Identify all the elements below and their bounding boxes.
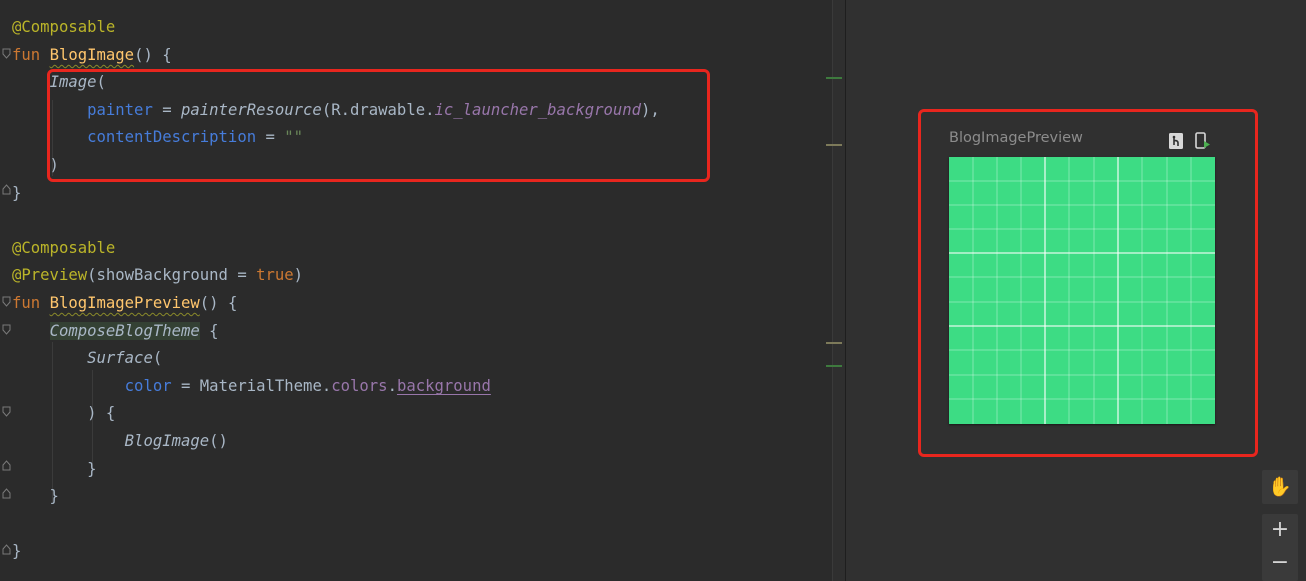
fold-start-icon[interactable] <box>2 48 11 59</box>
code-token: @Composable <box>12 18 116 36</box>
code-token: BlogImagePreview <box>49 294 200 312</box>
code-line[interactable]: fun BlogImagePreview() { <box>12 292 237 314</box>
code-token: BlogImage <box>124 432 210 450</box>
code-token: true <box>256 266 294 284</box>
code-token: Surface <box>87 349 153 367</box>
compose-preview-pane[interactable]: BlogImagePreview <box>846 0 1306 581</box>
code-token: () <box>209 432 228 450</box>
warning-marker <box>826 342 842 344</box>
preview-highlight-box <box>918 109 1258 457</box>
fold-end-icon[interactable] <box>2 488 11 499</box>
code-line[interactable]: @Preview(showBackground = true) <box>12 264 303 286</box>
code-token: } <box>12 542 22 560</box>
code-line[interactable]: Surface( <box>12 347 162 369</box>
code-token: colors <box>331 377 388 395</box>
code-line[interactable]: } <box>12 182 21 204</box>
code-line[interactable]: fun BlogImage() { <box>12 44 172 66</box>
pan-tool-group: ✋ <box>1262 470 1298 504</box>
fold-end-icon[interactable] <box>2 544 11 555</box>
code-line[interactable]: ComposeBlogTheme { <box>12 320 219 342</box>
code-token: () { <box>134 46 172 64</box>
zoom-tool-group: + − <box>1262 514 1298 581</box>
code-highlight-box <box>47 69 710 182</box>
code-token: . <box>387 377 397 395</box>
code-token: = MaterialTheme. <box>171 377 332 395</box>
fold-start-icon[interactable] <box>2 406 11 417</box>
pan-button[interactable]: ✋ <box>1262 470 1298 504</box>
code-line[interactable]: @Composable <box>12 237 115 259</box>
code-line[interactable]: BlogImage() <box>12 430 228 452</box>
code-token: { <box>199 322 219 340</box>
code-line[interactable]: } <box>12 458 97 480</box>
code-token: fun <box>12 294 50 312</box>
fold-end-icon[interactable] <box>2 184 11 195</box>
code-token: @Preview <box>12 266 88 284</box>
code-token: } <box>12 487 59 505</box>
change-marker <box>826 77 842 79</box>
code-editor[interactable]: @Composable fun BlogImage() { Image( pain… <box>0 0 832 581</box>
code-token: ) <box>293 266 304 284</box>
fold-start-icon[interactable] <box>2 324 11 335</box>
code-token: @Composable <box>12 239 116 257</box>
change-marker <box>826 365 842 367</box>
code-token: } <box>12 460 97 478</box>
code-token: fun <box>12 46 50 64</box>
warning-marker <box>826 144 842 146</box>
code-token: } <box>12 184 22 202</box>
code-line[interactable]: ) { <box>12 402 115 424</box>
zoom-in-button[interactable]: + <box>1262 514 1298 546</box>
fold-start-icon[interactable] <box>2 296 11 307</box>
code-token: BlogImage <box>49 46 135 64</box>
code-token: ( <box>152 349 163 367</box>
zoom-out-button[interactable]: − <box>1262 547 1298 579</box>
code-line[interactable]: @Composable <box>12 16 115 38</box>
code-line[interactable]: color = MaterialTheme.colors.background <box>12 375 491 397</box>
code-token: ComposeBlogTheme <box>49 322 200 340</box>
code-token: () { <box>199 294 238 312</box>
code-line[interactable]: } <box>12 540 21 562</box>
fold-end-icon[interactable] <box>2 460 11 471</box>
code-line[interactable]: } <box>12 485 59 507</box>
code-token: ) { <box>12 404 116 422</box>
editor-scrollbar[interactable] <box>832 0 846 581</box>
code-token: background <box>396 377 491 395</box>
code-token: (showBackground = <box>87 266 257 284</box>
code-token: color <box>124 377 172 395</box>
